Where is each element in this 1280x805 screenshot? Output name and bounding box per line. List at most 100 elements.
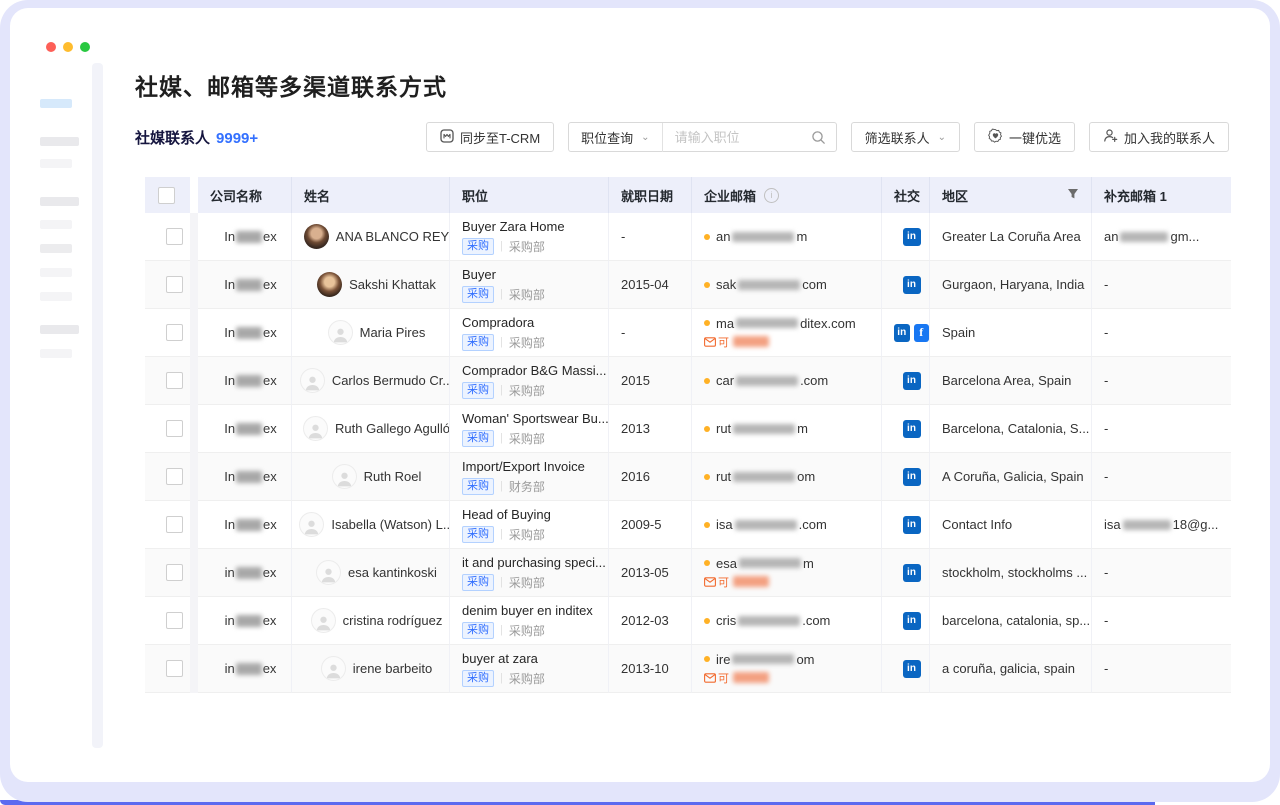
position-search-input[interactable] xyxy=(663,130,809,145)
row-checkbox[interactable] xyxy=(166,516,183,533)
contact-name: Ruth Gallego Agulló xyxy=(335,421,450,436)
social-cell: in xyxy=(882,357,930,405)
sidebar-item[interactable] xyxy=(40,220,72,229)
table-row[interactable]: Inex Maria Pires Compradora 采购 | 采购部 - m… xyxy=(145,309,1231,357)
search-icon[interactable] xyxy=(809,130,836,145)
table-row[interactable]: Inex Carlos Bermudo Cr... Comprador B&G … xyxy=(145,357,1231,405)
department-label: 采购部 xyxy=(509,622,545,639)
close-window-icon[interactable] xyxy=(46,42,56,52)
email-status-dot xyxy=(704,560,710,566)
sidebar-item[interactable] xyxy=(40,244,72,253)
row-checkbox[interactable] xyxy=(166,564,183,581)
linkedin-icon[interactable]: in xyxy=(903,564,921,582)
linkedin-icon[interactable]: in xyxy=(903,276,921,294)
social-cell: in xyxy=(882,501,930,549)
linkedin-icon[interactable]: in xyxy=(894,324,910,342)
sidebar-item[interactable] xyxy=(40,292,72,301)
add-my-contacts-button[interactable]: 加入我的联系人 xyxy=(1089,122,1229,152)
table-body: Inex ANA BLANCO REY Buyer Zara Home 采购 |… xyxy=(145,213,1231,693)
sidebar-item[interactable] xyxy=(40,349,72,358)
tag-separator: | xyxy=(500,384,503,396)
email-fragment: car xyxy=(716,373,734,388)
department-label: 采购部 xyxy=(509,526,545,543)
sidebar-item[interactable] xyxy=(40,137,79,146)
redacted-text xyxy=(733,576,769,587)
company-cell: Inex xyxy=(198,501,292,549)
table-row[interactable]: Inex Ruth Roel Import/Export Invoice 采购 … xyxy=(145,453,1231,501)
minimize-window-icon[interactable] xyxy=(63,42,73,52)
sidebar-item[interactable] xyxy=(40,197,79,206)
sidebar-item-active[interactable] xyxy=(40,99,72,108)
start-date-cell: 2012-03 xyxy=(609,597,692,645)
row-checkbox[interactable] xyxy=(166,372,183,389)
extra-email-cell: angm... xyxy=(1092,213,1231,261)
email-fragment: om xyxy=(796,652,814,667)
linkedin-icon[interactable]: in xyxy=(903,516,921,534)
redacted-text xyxy=(733,672,769,683)
email-fragment: sak xyxy=(716,277,736,292)
facebook-icon[interactable]: f xyxy=(914,324,930,342)
contacts-count: 9999+ xyxy=(216,130,258,147)
extra-email-cell: isa18@g... xyxy=(1092,501,1231,549)
table-row[interactable]: inex esa kantinkoski it and purchasing s… xyxy=(145,549,1231,597)
email-cell: isa.com 可 xyxy=(692,501,882,549)
select-all-checkbox[interactable] xyxy=(158,187,175,204)
table-row[interactable]: Inex Sakshi Khattak Buyer 采购 | 采购部 2015-… xyxy=(145,261,1231,309)
one-click-optimize-button[interactable]: 一键优选 xyxy=(974,122,1075,152)
filter-contacts-button[interactable]: 筛选联系人 ⌄ xyxy=(851,122,960,152)
row-checkbox[interactable] xyxy=(166,228,183,245)
company-name-fragment: ex xyxy=(263,325,277,340)
redacted-text xyxy=(236,279,262,291)
row-checkbox[interactable] xyxy=(166,420,183,437)
tag-separator: | xyxy=(500,336,503,348)
sync-tcrm-button[interactable]: 同步至T-CRM xyxy=(426,122,554,152)
linkedin-icon[interactable]: in xyxy=(903,228,921,246)
region-cell: Spain xyxy=(930,309,1092,357)
role-tag: 采购 xyxy=(462,238,494,255)
filter-funnel-icon[interactable] xyxy=(1067,188,1079,203)
row-checkbox[interactable] xyxy=(166,612,183,629)
row-checkbox[interactable] xyxy=(166,660,183,677)
info-icon[interactable]: i xyxy=(764,188,779,203)
table-row[interactable]: inex cristina rodríguez denim buyer en i… xyxy=(145,597,1231,645)
linkedin-icon[interactable]: in xyxy=(903,612,921,630)
position-query-dropdown[interactable]: 职位查询 ⌄ xyxy=(569,123,661,151)
table-row[interactable]: Inex Ruth Gallego Agulló Woman' Sportswe… xyxy=(145,405,1231,453)
email-fragment: .com xyxy=(802,613,830,628)
table-row[interactable]: inex irene barbeito buyer at zara 采购 | 采… xyxy=(145,645,1231,693)
row-checkbox[interactable] xyxy=(166,324,183,341)
redacted-text xyxy=(236,471,262,483)
sidebar-item[interactable] xyxy=(40,325,79,334)
email-status-dot xyxy=(704,320,710,326)
linkedin-icon[interactable]: in xyxy=(903,372,921,390)
name-cell: ANA BLANCO REY xyxy=(292,213,450,261)
social-cell: in xyxy=(882,645,930,693)
linkedin-icon[interactable]: in xyxy=(903,468,921,486)
add-person-icon xyxy=(1103,128,1118,146)
envelope-icon xyxy=(704,673,716,683)
extra-email-cell: - xyxy=(1092,453,1231,501)
department-label: 采购部 xyxy=(509,574,545,591)
email-status-dot xyxy=(704,426,710,432)
row-checkbox[interactable] xyxy=(166,468,183,485)
table-row[interactable]: Inex Isabella (Watson) L... Head of Buyi… xyxy=(145,501,1231,549)
row-checkbox[interactable] xyxy=(166,276,183,293)
sidebar-item[interactable] xyxy=(40,159,72,168)
position-title: Buyer Zara Home xyxy=(462,219,608,234)
email-fragment: gm... xyxy=(1170,229,1199,244)
email-fragment: m xyxy=(803,556,814,571)
maximize-window-icon[interactable] xyxy=(80,42,90,52)
company-name-fragment: ex xyxy=(263,661,277,676)
name-cell: Ruth Roel xyxy=(292,453,450,501)
linkedin-icon[interactable]: in xyxy=(903,420,921,438)
company-name-fragment: ex xyxy=(263,373,277,388)
social-cell: in xyxy=(882,405,930,453)
role-tag: 采购 xyxy=(462,622,494,639)
sidebar-item[interactable] xyxy=(40,268,72,277)
filter-contacts-label: 筛选联系人 xyxy=(865,128,930,147)
header-position: 职位 xyxy=(450,177,609,213)
region-cell: Contact Info xyxy=(930,501,1092,549)
region-cell: Greater La Coruña Area xyxy=(930,213,1092,261)
linkedin-icon[interactable]: in xyxy=(903,660,921,678)
table-row[interactable]: Inex ANA BLANCO REY Buyer Zara Home 采购 |… xyxy=(145,213,1231,261)
